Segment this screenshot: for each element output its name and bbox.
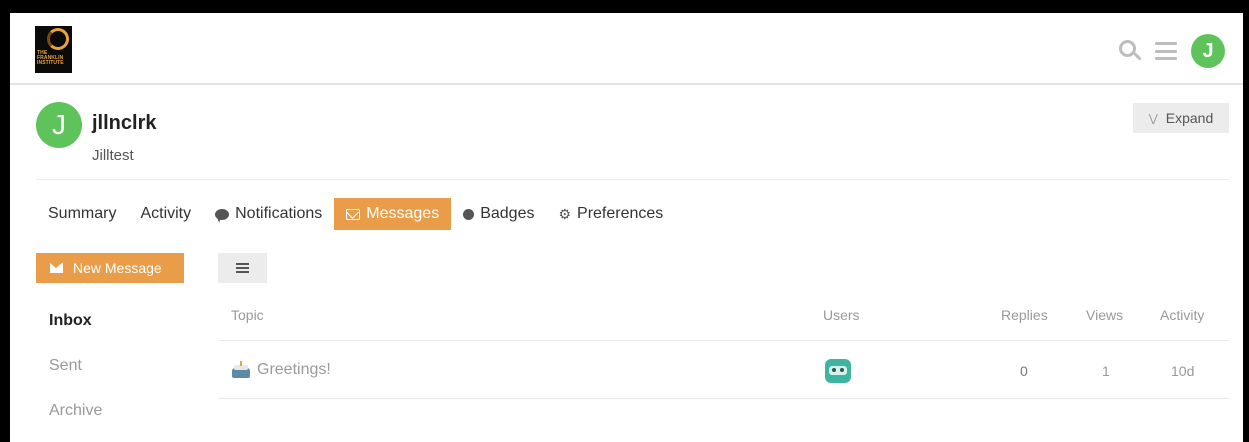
activity-age[interactable]: 10d [1171,363,1194,379]
column-header-replies[interactable]: Replies [1001,307,1048,323]
search-icon[interactable] [1119,40,1142,62]
tab-preferences[interactable]: ⚙ Preferences [546,198,675,230]
topic-title: Greetings! [257,361,331,378]
sidebar-item-sent[interactable]: Sent [49,357,82,375]
header-icons: J [1119,33,1225,69]
views-count: 1 [1102,363,1110,379]
tab-summary-label: Summary [48,205,117,222]
profile-avatar: J [36,102,82,148]
profile-full-name: Jilltest [92,147,134,164]
badge-icon [463,208,475,220]
tab-messages-label: Messages [366,205,440,222]
replies-count: 0 [1020,363,1028,379]
column-header-topic[interactable]: Topic [231,307,264,323]
app-window: THE FRANKLIN INSTITUTE J J jllnclrk Jill… [10,13,1243,442]
logo-text: THE FRANKLIN INSTITUTE [37,50,64,66]
expand-button[interactable]: ⋁ Expand [1133,103,1229,133]
expand-label: Expand [1165,110,1214,126]
cake-icon [231,361,251,379]
column-header-views[interactable]: Views [1086,307,1123,323]
column-header-activity[interactable]: Activity [1160,307,1204,323]
table-header-divider [218,340,1229,341]
site-header: THE FRANKLIN INSTITUTE J [10,13,1243,85]
tab-notifications[interactable]: Notifications [203,198,334,230]
envelope-icon [50,263,63,273]
sidebar-item-inbox[interactable]: Inbox [49,312,92,330]
profile-divider [36,179,1229,180]
robot-avatar-icon[interactable] [825,359,851,383]
sidebar-item-archive[interactable]: Archive [49,402,102,420]
logo-ring-icon [47,28,69,50]
topic-link[interactable]: Greetings! [231,361,331,379]
tab-preferences-label: Preferences [577,205,664,222]
profile-username: jllnclrk [92,112,157,134]
double-chevron-down-icon: ⋁ [1148,112,1158,125]
profile-nav: Summary Activity Notifications Messages … [36,198,675,230]
gear-icon: ⚙ [558,205,572,222]
tab-notifications-label: Notifications [235,205,323,222]
hamburger-menu-icon[interactable] [1155,42,1177,60]
tab-activity[interactable]: Activity [128,198,203,230]
bulk-select-toggle[interactable] [218,253,267,283]
header-user-avatar[interactable]: J [1191,34,1225,68]
list-icon [236,263,249,273]
franklin-institute-logo[interactable]: THE FRANKLIN INSTITUTE [35,26,72,73]
new-message-button[interactable]: New Message [36,253,184,283]
tab-badges[interactable]: Badges [451,198,546,230]
column-header-users: Users [823,307,860,323]
tab-activity-label: Activity [140,205,192,222]
comment-bubble-icon [215,208,230,220]
envelope-icon [346,208,361,220]
tab-badges-label: Badges [480,205,535,222]
tab-messages[interactable]: Messages [334,198,452,230]
tab-summary[interactable]: Summary [36,198,128,230]
table-row-divider [218,398,1229,399]
new-message-label: New Message [73,260,162,276]
